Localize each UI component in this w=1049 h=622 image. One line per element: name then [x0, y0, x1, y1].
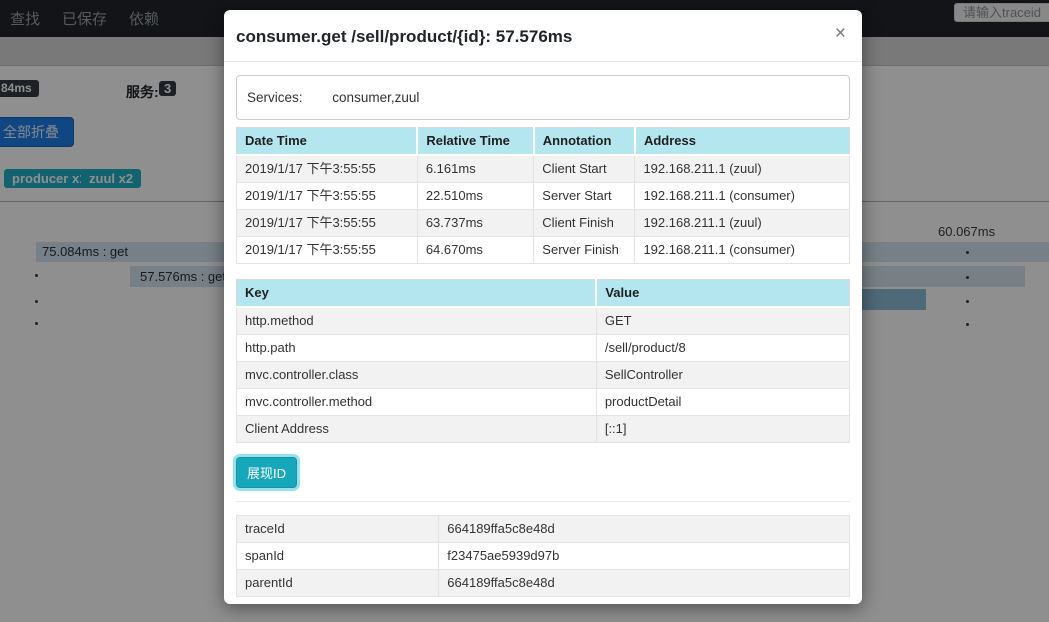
table-cell: Client Start — [534, 155, 635, 183]
table-cell: 2019/1/17 下午3:55:55 — [237, 155, 418, 183]
table-cell: 2019/1/17 下午3:55:55 — [237, 237, 418, 264]
modal-body: Services: consumer,zuul Date Time Relati… — [224, 62, 862, 597]
table-cell: traceId — [237, 516, 439, 543]
annotations-header-row: Date Time Relative Time Annotation Addre… — [237, 128, 850, 156]
table-cell: spanId — [237, 543, 439, 570]
modal-divider — [236, 501, 850, 502]
table-cell: [::1] — [596, 416, 849, 443]
table-cell: 2019/1/17 下午3:55:55 — [237, 183, 418, 210]
tags-table: Key Value http.methodGEThttp.path/sell/p… — [236, 279, 850, 443]
annotations-table: Date Time Relative Time Annotation Addre… — [236, 127, 850, 264]
modal-header: consumer.get /sell/product/{id}: 57.576m… — [224, 10, 862, 62]
column-header: Address — [635, 128, 850, 156]
table-cell: 664189ffa5c8e48d — [439, 570, 850, 597]
table-row: 2019/1/17 下午3:55:5563.737msClient Finish… — [237, 210, 850, 237]
table-cell: Server Start — [534, 183, 635, 210]
services-value: consumer,zuul — [332, 90, 419, 105]
table-cell: http.method — [237, 307, 597, 335]
table-cell: 2019/1/17 下午3:55:55 — [237, 210, 418, 237]
close-icon[interactable]: × — [835, 24, 846, 43]
table-cell: http.path — [237, 335, 597, 362]
table-cell: 192.168.211.1 (zuul) — [635, 155, 850, 183]
table-cell: SellController — [596, 362, 849, 389]
table-cell: 63.737ms — [417, 210, 533, 237]
table-row: spanIdf23475ae5939d97b — [237, 543, 850, 570]
table-cell: GET — [596, 307, 849, 335]
page: 查找 已保存 依赖 84ms 服务: 3 全部折叠 producer x1 zu… — [0, 0, 1049, 622]
table-cell: /sell/product/8 — [596, 335, 849, 362]
services-box: Services: consumer,zuul — [236, 75, 850, 120]
column-header: Annotation — [534, 128, 635, 156]
table-row: http.methodGET — [237, 307, 850, 335]
table-cell: 64.670ms — [417, 237, 533, 264]
table-cell: Server Finish — [534, 237, 635, 264]
table-row: mvc.controller.methodproductDetail — [237, 389, 850, 416]
table-cell: 6.161ms — [417, 155, 533, 183]
column-header: Date Time — [237, 128, 418, 156]
table-row: parentId664189ffa5c8e48d — [237, 570, 850, 597]
tags-header-row: Key Value — [237, 280, 850, 308]
show-ids-button[interactable]: 展现ID — [236, 457, 297, 488]
table-cell: 192.168.211.1 (zuul) — [635, 210, 850, 237]
table-cell: Client Finish — [534, 210, 635, 237]
column-header: Value — [596, 280, 849, 308]
table-cell: 192.168.211.1 (consumer) — [635, 237, 850, 264]
table-row: 2019/1/17 下午3:55:5564.670msServer Finish… — [237, 237, 850, 264]
table-cell: productDetail — [596, 389, 849, 416]
table-cell: Client Address — [237, 416, 597, 443]
table-row: Client Address[::1] — [237, 416, 850, 443]
table-cell: parentId — [237, 570, 439, 597]
table-cell: 192.168.211.1 (consumer) — [635, 183, 850, 210]
table-cell: 664189ffa5c8e48d — [439, 516, 850, 543]
table-row: http.path/sell/product/8 — [237, 335, 850, 362]
services-label: Services: — [247, 90, 303, 105]
ids-table: traceId664189ffa5c8e48dspanIdf23475ae593… — [236, 515, 850, 597]
table-cell: 22.510ms — [417, 183, 533, 210]
table-row: 2019/1/17 下午3:55:556.161msClient Start19… — [237, 155, 850, 183]
table-cell: mvc.controller.method — [237, 389, 597, 416]
modal-title: consumer.get /sell/product/{id}: 57.576m… — [236, 27, 572, 47]
column-header: Key — [237, 280, 597, 308]
column-header: Relative Time — [417, 128, 533, 156]
table-cell: f23475ae5939d97b — [439, 543, 850, 570]
span-detail-modal: consumer.get /sell/product/{id}: 57.576m… — [224, 10, 862, 604]
table-cell: mvc.controller.class — [237, 362, 597, 389]
table-row: traceId664189ffa5c8e48d — [237, 516, 850, 543]
table-row: mvc.controller.classSellController — [237, 362, 850, 389]
table-row: 2019/1/17 下午3:55:5522.510msServer Start1… — [237, 183, 850, 210]
